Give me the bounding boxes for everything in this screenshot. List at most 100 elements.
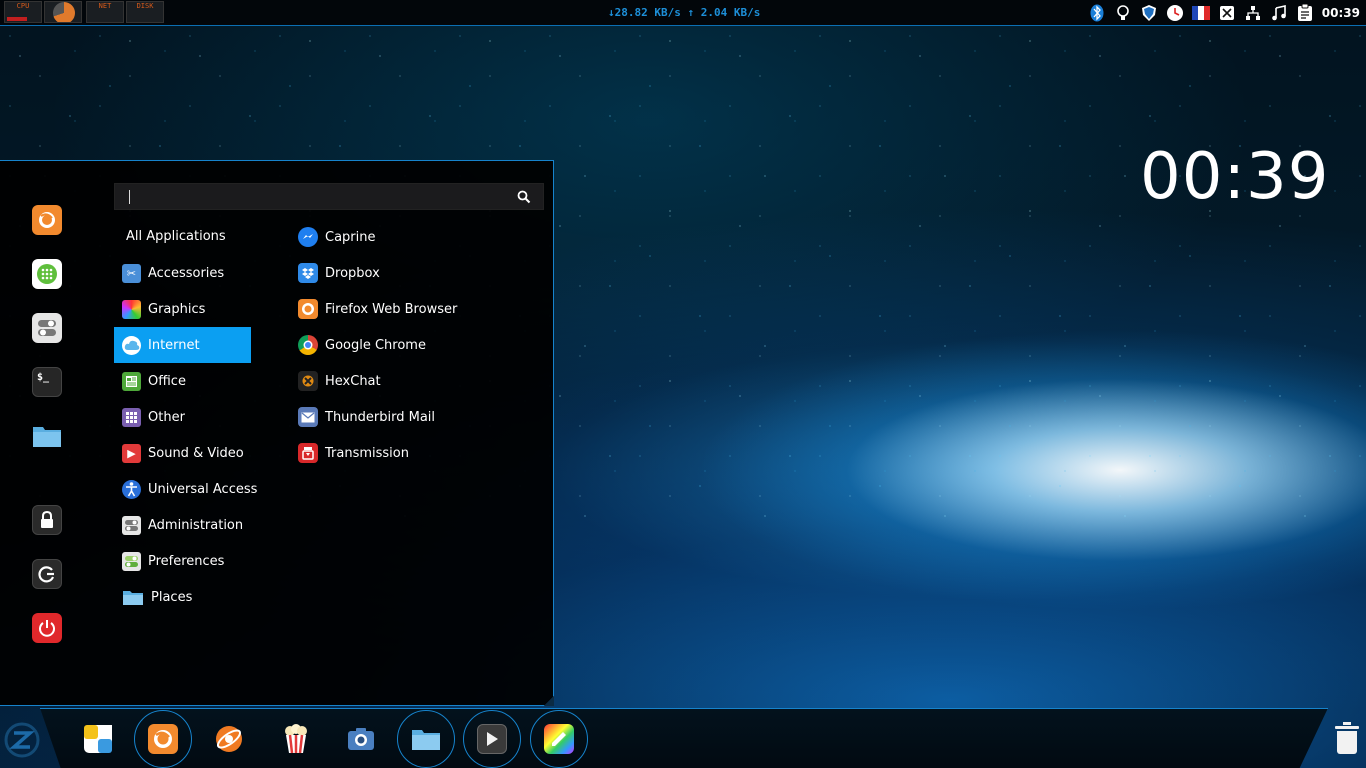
favorite-firefox[interactable]: [32, 205, 62, 235]
software-center-icon: [83, 724, 113, 754]
category-label: Office: [148, 373, 186, 389]
category-internet[interactable]: Internet: [114, 327, 251, 363]
graphics-icon: [122, 299, 141, 319]
category-graphics[interactable]: Graphics: [114, 291, 251, 327]
terminal-icon: $_: [37, 372, 50, 383]
camera-icon: [346, 724, 376, 754]
app-caprine[interactable]: Caprine: [298, 219, 538, 255]
app-hexchat[interactable]: HexChat: [298, 363, 538, 399]
app-label: Firefox Web Browser: [325, 301, 458, 317]
clock-app-icon[interactable]: [1164, 2, 1186, 24]
folder-icon: [122, 588, 144, 607]
web-browser-icon: [214, 724, 244, 754]
category-sound-video[interactable]: ▶ Sound & Video: [114, 435, 251, 471]
search-input[interactable]: [115, 184, 505, 209]
app-label: Thunderbird Mail: [325, 409, 436, 425]
app-firefox[interactable]: Firefox Web Browser: [298, 291, 538, 327]
category-label: Preferences: [148, 553, 225, 569]
folder-icon: [411, 724, 441, 754]
app-dropbox[interactable]: Dropbox: [298, 255, 538, 291]
caprine-icon: [298, 227, 318, 247]
cpu-monitor[interactable]: CPU: [4, 1, 42, 23]
application-menu: $_ All Applications ✂ Accessories Graphi…: [0, 160, 554, 706]
bluetooth-icon[interactable]: [1086, 2, 1108, 24]
network-icon[interactable]: [1242, 2, 1264, 24]
logout-button[interactable]: [32, 559, 62, 589]
net-monitor[interactable]: NET: [86, 1, 124, 23]
app-label: Dropbox: [325, 265, 380, 281]
net-speed: ↓28.82 KB/s ↑ 2.04 KB/s: [608, 6, 761, 19]
shutdown-button[interactable]: [32, 613, 62, 643]
app-google-chrome[interactable]: Google Chrome: [298, 327, 538, 363]
dock-screenshot[interactable]: [332, 710, 390, 768]
category-label: Other: [148, 409, 185, 425]
flag-fr-icon[interactable]: [1190, 2, 1212, 24]
category-label: Places: [151, 589, 193, 605]
dock-trash[interactable]: [1334, 722, 1360, 755]
accessibility-icon: [122, 479, 141, 499]
toggle-settings-icon: [36, 317, 58, 339]
category-preferences[interactable]: Preferences: [114, 543, 251, 579]
music-icon[interactable]: [1268, 2, 1290, 24]
app-label: Transmission: [325, 445, 409, 461]
admin-icon: [122, 515, 141, 535]
cpu-monitor-label: CPU: [16, 2, 30, 10]
shield-icon[interactable]: [1138, 2, 1160, 24]
category-administration[interactable]: Administration: [114, 507, 251, 543]
dock-files[interactable]: [397, 710, 455, 768]
app-thunderbird-mail[interactable]: Thunderbird Mail: [298, 399, 538, 435]
firefox-icon: [37, 210, 57, 230]
category-places[interactable]: Places: [114, 579, 251, 615]
mail-icon: [298, 407, 318, 427]
category-office[interactable]: Office: [114, 363, 251, 399]
category-all-applications[interactable]: All Applications: [126, 229, 226, 244]
category-label: Internet: [148, 337, 200, 353]
preferences-icon: [122, 551, 141, 571]
trash-can: [1337, 730, 1357, 755]
dock-firefox[interactable]: [134, 710, 192, 768]
app-label: HexChat: [325, 373, 381, 389]
favorite-settings[interactable]: [32, 313, 62, 343]
desktop-clock: 00:39: [1140, 140, 1330, 214]
category-label: Administration: [148, 517, 244, 533]
dock-web-browser[interactable]: [200, 710, 258, 768]
dock-draw[interactable]: [530, 710, 588, 768]
transmission-icon: [298, 443, 318, 463]
scissors-icon: ✂: [122, 263, 141, 283]
mem-pie: [53, 2, 75, 22]
bulb-icon[interactable]: [1112, 2, 1134, 24]
popcorn-icon: [281, 724, 311, 754]
zorin-menu-button[interactable]: [2, 718, 42, 762]
dock-border: [40, 708, 1328, 709]
mem-monitor[interactable]: [44, 1, 82, 23]
play-icon: [477, 724, 507, 754]
dock-software-center[interactable]: [69, 710, 127, 768]
draw-icon: [544, 724, 574, 754]
favorite-software[interactable]: [32, 259, 62, 289]
dock-media-player[interactable]: [463, 710, 521, 768]
zorin-logo-icon: [4, 722, 40, 758]
office-icon: [122, 371, 141, 391]
app-label: Google Chrome: [325, 337, 426, 353]
disk-monitor[interactable]: DISK: [126, 1, 164, 23]
folder-icon: [32, 424, 62, 448]
category-accessories[interactable]: ✂ Accessories: [114, 255, 251, 291]
category-other[interactable]: Other: [114, 399, 251, 435]
favorite-terminal[interactable]: $_: [32, 367, 62, 397]
app-transmission[interactable]: Transmission: [298, 435, 538, 471]
category-universal-access[interactable]: Universal Access: [114, 471, 257, 507]
favorite-files[interactable]: [32, 421, 62, 451]
panel-clock[interactable]: 00:39: [1322, 6, 1360, 20]
clipboard-icon[interactable]: [1294, 2, 1316, 24]
power-icon: [38, 619, 56, 637]
app-label: Caprine: [325, 229, 376, 245]
search-icon[interactable]: [517, 189, 531, 204]
menu-search-box[interactable]: [114, 183, 544, 210]
chrome-icon: [298, 335, 318, 355]
lock-screen-button[interactable]: [32, 505, 62, 535]
screenshot-icon[interactable]: [1216, 2, 1238, 24]
logout-icon: [38, 565, 56, 583]
trash-icon: [1343, 722, 1351, 725]
dock-popcorn-time[interactable]: [267, 710, 325, 768]
software-icon: [36, 263, 58, 285]
